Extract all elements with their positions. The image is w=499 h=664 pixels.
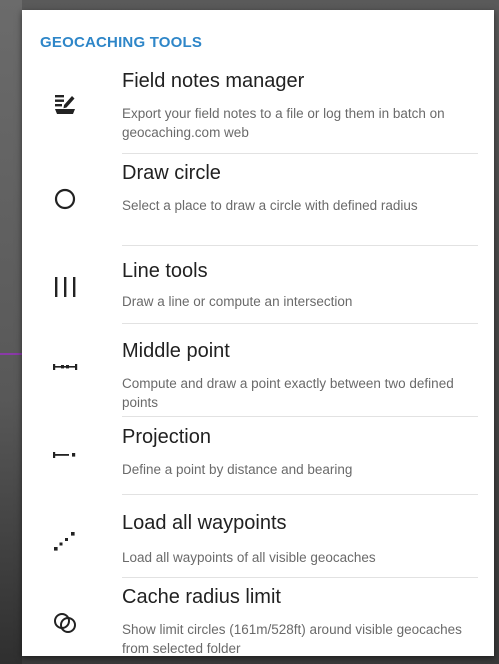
menu-item-line-tools[interactable]: Line tools Draw a line or compute an int… [22,246,494,322]
menu-item-load-all-waypoints[interactable]: Load all waypoints Load all waypoints of… [22,494,494,578]
circle-icon [50,184,80,214]
divider [122,153,478,154]
section-title: GEOCACHING TOOLS [40,34,203,51]
item-title: Line tools [122,260,208,282]
item-title: Cache radius limit [122,586,281,608]
menu-item-field-notes-manager[interactable]: Field notes manager Export your field no… [22,66,494,156]
waypoints-icon [50,526,80,556]
middle-point-icon [50,352,80,382]
field-notes-icon [50,88,80,118]
item-description: Define a point by distance and bearing [122,462,353,477]
menu-item-draw-circle[interactable]: Draw circle Select a place to draw a cir… [22,156,494,246]
item-description: Export your field notes to a file or log… [122,106,445,140]
menu-item-middle-point[interactable]: Middle point Compute and draw a point ex… [22,324,494,412]
geocaching-tools-menu: GEOCACHING TOOLS Field notes manager Exp… [22,10,494,656]
item-title: Draw circle [122,162,221,184]
menu-item-cache-radius-limit[interactable]: Cache radius limit Show limit circles (1… [22,578,494,656]
cache-radius-icon [50,608,80,638]
item-description: Draw a line or compute an intersection [122,294,353,309]
item-description: Compute and draw a point exactly between… [122,376,454,410]
map-edge [0,0,22,664]
item-title: Field notes manager [122,70,305,92]
item-description: Show limit circles (161m/528ft) around v… [122,622,462,656]
projection-icon [50,440,80,470]
item-description: Load all waypoints of all visible geocac… [122,550,376,565]
item-title: Load all waypoints [122,512,287,534]
line-tools-icon [50,272,80,302]
item-title: Projection [122,426,211,448]
menu-item-projection[interactable]: Projection Define a point by distance an… [22,416,494,496]
map-track-line [0,353,22,355]
item-title: Middle point [122,340,230,362]
item-description: Select a place to draw a circle with def… [122,198,418,213]
